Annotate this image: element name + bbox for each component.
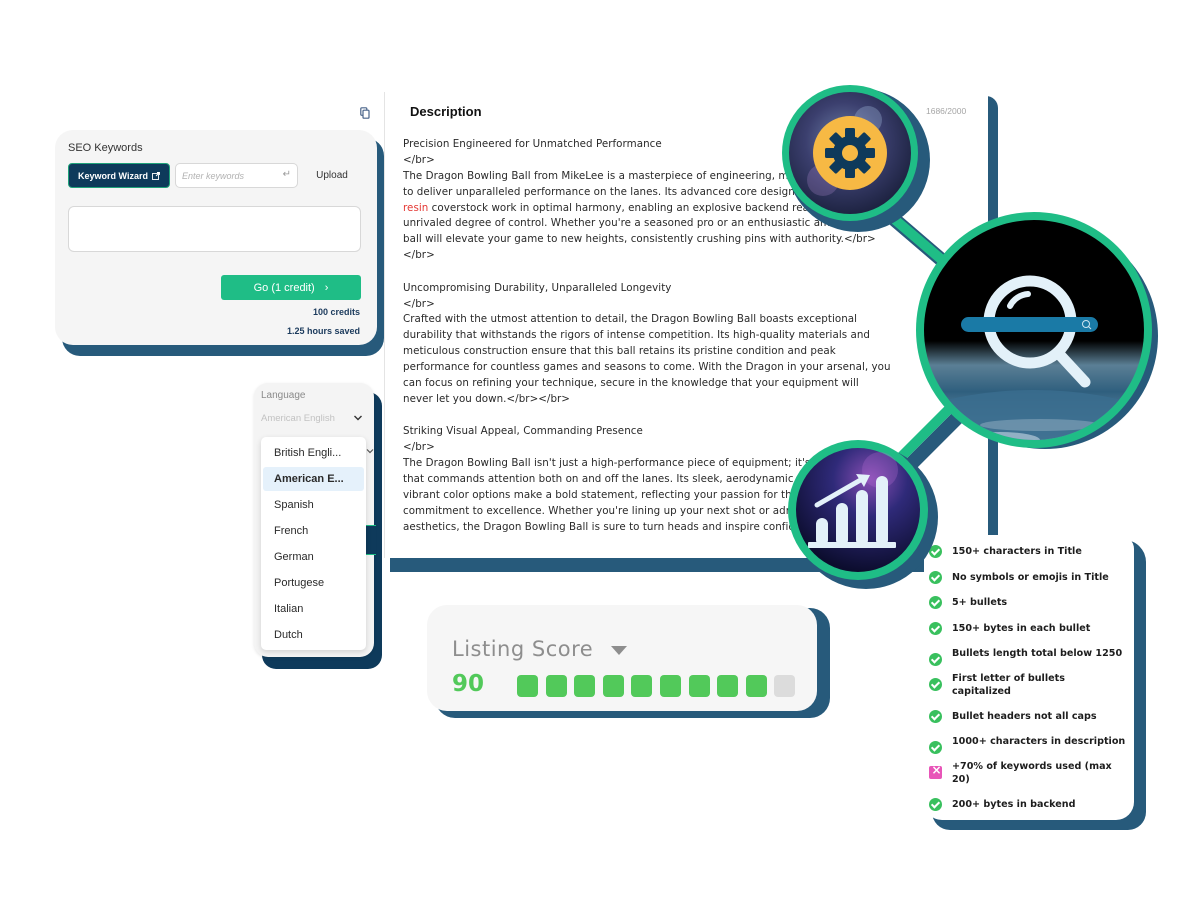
check-circle-icon [929,741,942,754]
keyword-wizard-label: Keyword Wizard [78,170,148,181]
checklist-item: Bullets length total below 1250 [929,647,1134,666]
gear-icon [825,128,875,178]
score-segment-filled [545,675,567,697]
checklist-item: 150+ bytes in each bullet [929,622,1134,635]
score-segment-filled [602,675,624,697]
gear-badge [782,85,930,232]
language-option[interactable]: German [263,545,364,569]
check-circle-icon [929,798,942,811]
chevron-right-icon: › [324,281,329,294]
listing-score-label[interactable]: Listing Score [452,637,593,661]
credits-remaining: 100 credits [312,307,360,317]
check-circle-icon [929,678,942,691]
language-label: Language [261,390,306,401]
language-option[interactable]: Portugese [263,571,364,595]
upload-button[interactable]: Upload [306,163,358,188]
highlighted-keyword: resin [403,201,429,214]
language-option[interactable]: British Engli... [263,441,364,465]
check-circle-icon [929,622,942,635]
checklist-item-label: Bullets length total below 1250 [952,648,1123,659]
chevron-down-icon[interactable] [353,413,363,423]
seo-keywords-label: SEO Keywords [68,142,143,154]
checklist-item-label: Bullet headers not all caps [952,711,1097,722]
checklist-item: +70% of keywords used (max 20) [929,760,1134,786]
checklist-item: Bullet headers not all caps [929,710,1134,723]
language-option[interactable]: French [263,519,364,543]
language-option[interactable]: American E... [263,467,364,491]
score-segment-filled [688,675,710,697]
check-circle-icon [929,710,942,723]
score-segment-filled [574,675,596,697]
keyword-input[interactable]: Enter keywords ↵ [175,163,298,188]
score-segment-filled [517,675,538,697]
check-circle-icon [929,653,942,666]
score-segment-empty [774,675,796,697]
keywords-textarea[interactable] [68,206,361,252]
score-segment-filled [659,675,681,697]
keyword-input-placeholder: Enter keywords [182,170,245,181]
language-option[interactable]: Spanish [263,493,364,517]
checklist-item-label: 150+ bytes in each bullet [952,623,1091,634]
go-button-label: Go (1 credit) [253,281,315,294]
x-square-icon [929,764,942,779]
language-select[interactable]: American English [261,413,335,424]
checklist-item-label: 200+ bytes in backend [952,799,1076,810]
go-button[interactable]: Go (1 credit) › [221,275,361,300]
magnifier-graphic [782,85,1158,589]
checklist-item: 1000+ characters in description [929,735,1134,754]
score-segment-filled [745,675,767,697]
checklist-item-label: First letter of bullets capitalized [952,673,1065,697]
checklist-item: First letter of bullets capitalized [929,672,1134,698]
score-segment-filled [631,675,653,697]
background-button-strip [366,525,376,555]
checklist-item: 200+ bytes in backend [929,798,1134,811]
language-option[interactable]: Dutch [263,623,364,647]
score-segment-filled [717,675,739,697]
checklist-item-label: 1000+ characters in description [952,736,1126,747]
language-dropdown: British Engli... American E... Spanish Fren… [261,437,366,650]
external-link-icon [152,171,160,180]
keyword-wizard-button[interactable]: Keyword Wizard [68,163,170,188]
checklist-item-label: +70% of keywords used (max 20) [952,761,1112,785]
caret-down-icon[interactable] [611,646,627,655]
listing-score-meter [517,675,796,697]
language-option[interactable]: Italian [263,597,364,621]
description-title: Description [410,104,482,119]
enter-key-icon: ↵ [282,169,291,180]
chevron-down-icon [366,449,374,454]
listing-score-value: 90 [452,671,485,697]
hours-saved: 1.25 hours saved [286,326,360,336]
copy-icon[interactable] [360,107,370,119]
